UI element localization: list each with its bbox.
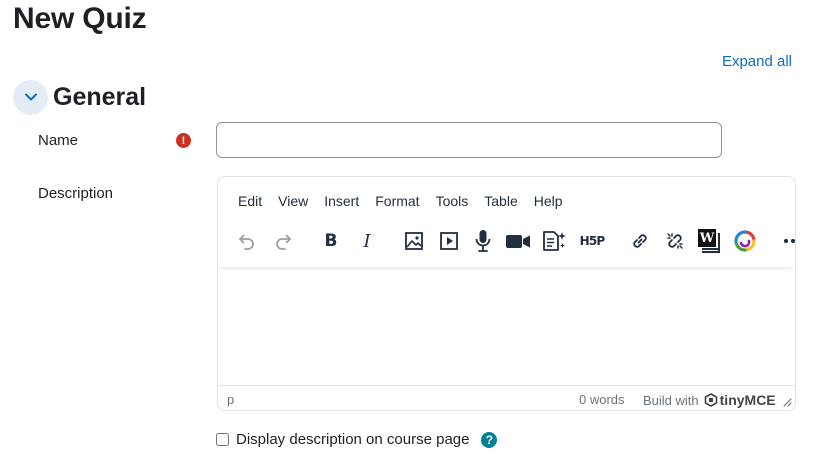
editor-toolbar: B I H5P W <box>232 227 795 255</box>
image-icon <box>405 232 423 250</box>
h5p-button[interactable]: H5P <box>574 227 610 255</box>
record-audio-icon <box>475 230 491 252</box>
name-input[interactable] <box>216 122 722 158</box>
required-icon: ! <box>176 133 191 148</box>
link-icon <box>633 234 647 248</box>
unlink-button[interactable] <box>661 227 689 255</box>
display-description-checkbox[interactable] <box>216 433 229 446</box>
color-wheel-button[interactable] <box>731 227 759 255</box>
undo-button[interactable] <box>232 227 260 255</box>
tinymce-logo-icon <box>704 393 717 407</box>
resize-handle-icon[interactable] <box>782 397 792 407</box>
editor-menubar: Edit View Insert Format Tools Table Help <box>230 193 571 209</box>
menu-view[interactable]: View <box>270 193 316 209</box>
content-template-button[interactable] <box>540 227 568 255</box>
word-count[interactable]: 0 words <box>579 392 625 407</box>
undo-icon <box>239 234 254 250</box>
record-video-icon <box>506 235 530 248</box>
unlink-icon <box>667 233 683 249</box>
more-icon <box>783 238 795 244</box>
menu-edit[interactable]: Edit <box>230 193 270 209</box>
collapse-general-button[interactable] <box>13 79 48 115</box>
link-button[interactable] <box>626 227 654 255</box>
section-header-general: General <box>13 79 146 115</box>
content-template-icon <box>543 231 566 251</box>
section-title: General <box>53 82 147 111</box>
tinymce-brand[interactable]: Build with tinyMCE <box>643 392 776 408</box>
redo-icon <box>276 234 291 250</box>
menu-table[interactable]: Table <box>476 193 525 209</box>
redo-button[interactable] <box>270 227 298 255</box>
editor-header: Edit View Insert Format Tools Table Help <box>218 177 795 267</box>
menu-tools[interactable]: Tools <box>428 193 477 209</box>
display-description-row: Display description on course page ? <box>216 431 498 448</box>
word-import-button[interactable]: W <box>696 227 724 255</box>
description-editor: Edit View Insert Format Tools Table Help <box>217 176 796 411</box>
color-wheel-icon <box>734 230 756 252</box>
menu-insert[interactable]: Insert <box>316 193 367 209</box>
editor-statusbar: p 0 words Build with tinyMCE <box>218 385 795 410</box>
menu-help[interactable]: Help <box>526 193 571 209</box>
tinymce-brand-name: tinyMCE <box>719 392 776 408</box>
expand-all-link[interactable]: Expand all <box>722 53 792 70</box>
media-icon <box>440 232 458 250</box>
word-glyph: W <box>699 230 715 246</box>
name-label: Name <box>38 132 79 149</box>
help-icon[interactable]: ? <box>481 431 498 448</box>
image-button[interactable] <box>400 227 428 255</box>
word-import-icon: W <box>698 229 722 253</box>
record-audio-button[interactable] <box>469 227 497 255</box>
page-title: New Quiz <box>13 2 147 35</box>
editor-content-area[interactable] <box>218 267 795 385</box>
menu-format[interactable]: Format <box>367 193 427 209</box>
description-label: Description <box>38 185 114 202</box>
italic-icon: I <box>363 230 371 252</box>
bold-button[interactable]: B <box>317 227 345 255</box>
record-video-button[interactable] <box>504 227 532 255</box>
media-button[interactable] <box>435 227 463 255</box>
build-with-label: Build with <box>643 392 699 408</box>
h5p-icon: H5P <box>579 234 606 248</box>
chevron-down-icon <box>24 93 37 101</box>
element-path[interactable]: p <box>227 392 234 407</box>
more-button[interactable] <box>779 227 795 255</box>
display-description-label[interactable]: Display description on course page <box>236 431 469 448</box>
italic-button[interactable]: I <box>353 227 381 255</box>
bold-icon: B <box>324 231 338 251</box>
